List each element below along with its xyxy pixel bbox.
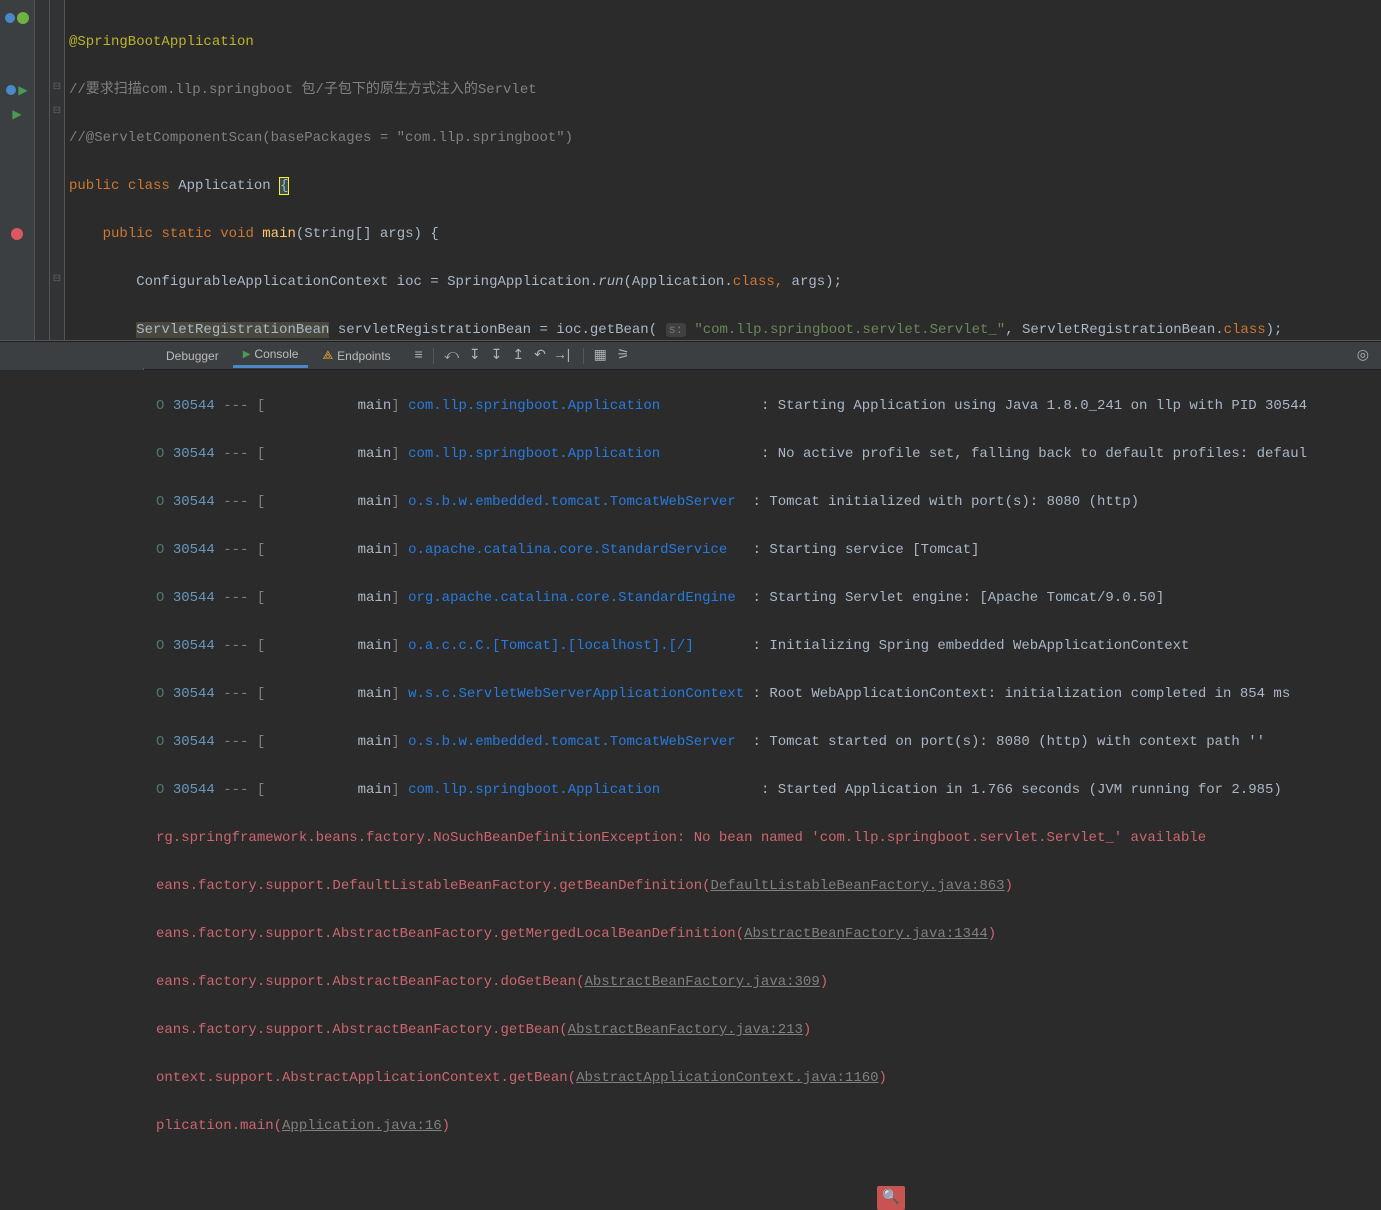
source-link[interactable]: Application.java:16 (282, 1118, 442, 1134)
log-line: O 30544 --- [ main] com.llp.springboot.A… (156, 778, 1381, 802)
panel-divider[interactable]: ◎ (0, 340, 1381, 342)
crosshair-icon[interactable]: ◎ (1357, 347, 1369, 364)
log-line: O 30544 --- [ main] org.apache.catalina.… (156, 586, 1381, 610)
exception-line: rg.springframework.beans.factory.NoSuchB… (156, 826, 1381, 850)
fold-marker[interactable]: ⊟ (50, 76, 64, 100)
code-line: @SpringBootApplication (69, 30, 1381, 54)
code-line: //@ServletComponentScan(basePackages = "… (69, 126, 1381, 150)
source-link[interactable]: DefaultListableBeanFactory.java:863 (711, 878, 1005, 894)
code-line: public class Application { (69, 174, 1381, 198)
stacktrace-line: ontext.support.AbstractApplicationContex… (156, 1066, 1381, 1090)
search-button[interactable]: 🔍 (877, 1186, 905, 1210)
source-link[interactable]: AbstractBeanFactory.java:213 (568, 1022, 803, 1038)
stacktrace-line: eans.factory.support.DefaultListableBean… (156, 874, 1381, 898)
search-icon: 🔍 (882, 1186, 899, 1210)
code-line: ServletRegistrationBean servletRegistrat… (69, 318, 1381, 342)
source-link[interactable]: AbstractApplicationContext.java:1160 (576, 1070, 878, 1086)
editor-gutter-icons: ▶ ▶ (0, 0, 35, 340)
stacktrace-line: eans.factory.support.AbstractBeanFactory… (156, 970, 1381, 994)
spring-leaf-icon[interactable] (17, 12, 29, 24)
log-line: O 30544 --- [ main] w.s.c.ServletWebServ… (156, 682, 1381, 706)
fold-marker[interactable]: ⊟ (50, 268, 64, 292)
fold-strip: ⊟ ⊟ ⊟ (50, 0, 65, 340)
stacktrace-line: plication.main(Application.java:16) (156, 1114, 1381, 1138)
log-line: O 30544 --- [ main] o.s.b.w.embedded.tom… (156, 490, 1381, 514)
code-line: ConfigurableApplicationContext ioc = Spr… (69, 270, 1381, 294)
gutter-blue-icon[interactable] (6, 85, 16, 95)
source-link[interactable]: AbstractBeanFactory.java:309 (584, 974, 819, 990)
run-class-icon[interactable]: ▶ (18, 83, 27, 98)
fold-marker[interactable]: ⊟ (50, 100, 64, 124)
code-line: //要求扫描com.llp.springboot 包/子包下的原生方式注入的Se… (69, 78, 1381, 102)
breakpoint-icon[interactable] (11, 228, 23, 240)
code-editor[interactable]: @SpringBootApplication //要求扫描com.llp.spr… (65, 0, 1381, 340)
gutter-strip (35, 0, 50, 340)
source-link[interactable]: AbstractBeanFactory.java:1344 (744, 926, 988, 942)
code-line: public static void main(String[] args) { (69, 222, 1381, 246)
log-line: O 30544 --- [ main] o.apache.catalina.co… (156, 538, 1381, 562)
console-output[interactable]: O 30544 --- [ main] com.llp.springboot.A… (0, 370, 1381, 1210)
stacktrace-line: eans.factory.support.AbstractBeanFactory… (156, 1018, 1381, 1042)
gutter-blue-icon[interactable] (5, 13, 15, 23)
stacktrace-line: eans.factory.support.AbstractBeanFactory… (156, 922, 1381, 946)
log-line: O 30544 --- [ main] o.a.c.c.C.[Tomcat].[… (156, 634, 1381, 658)
run-method-icon[interactable]: ▶ (12, 107, 21, 122)
log-line: O 30544 --- [ main] com.llp.springboot.A… (156, 394, 1381, 418)
log-line: O 30544 --- [ main] com.llp.springboot.A… (156, 442, 1381, 466)
log-line: O 30544 --- [ main] o.s.b.w.embedded.tom… (156, 730, 1381, 754)
